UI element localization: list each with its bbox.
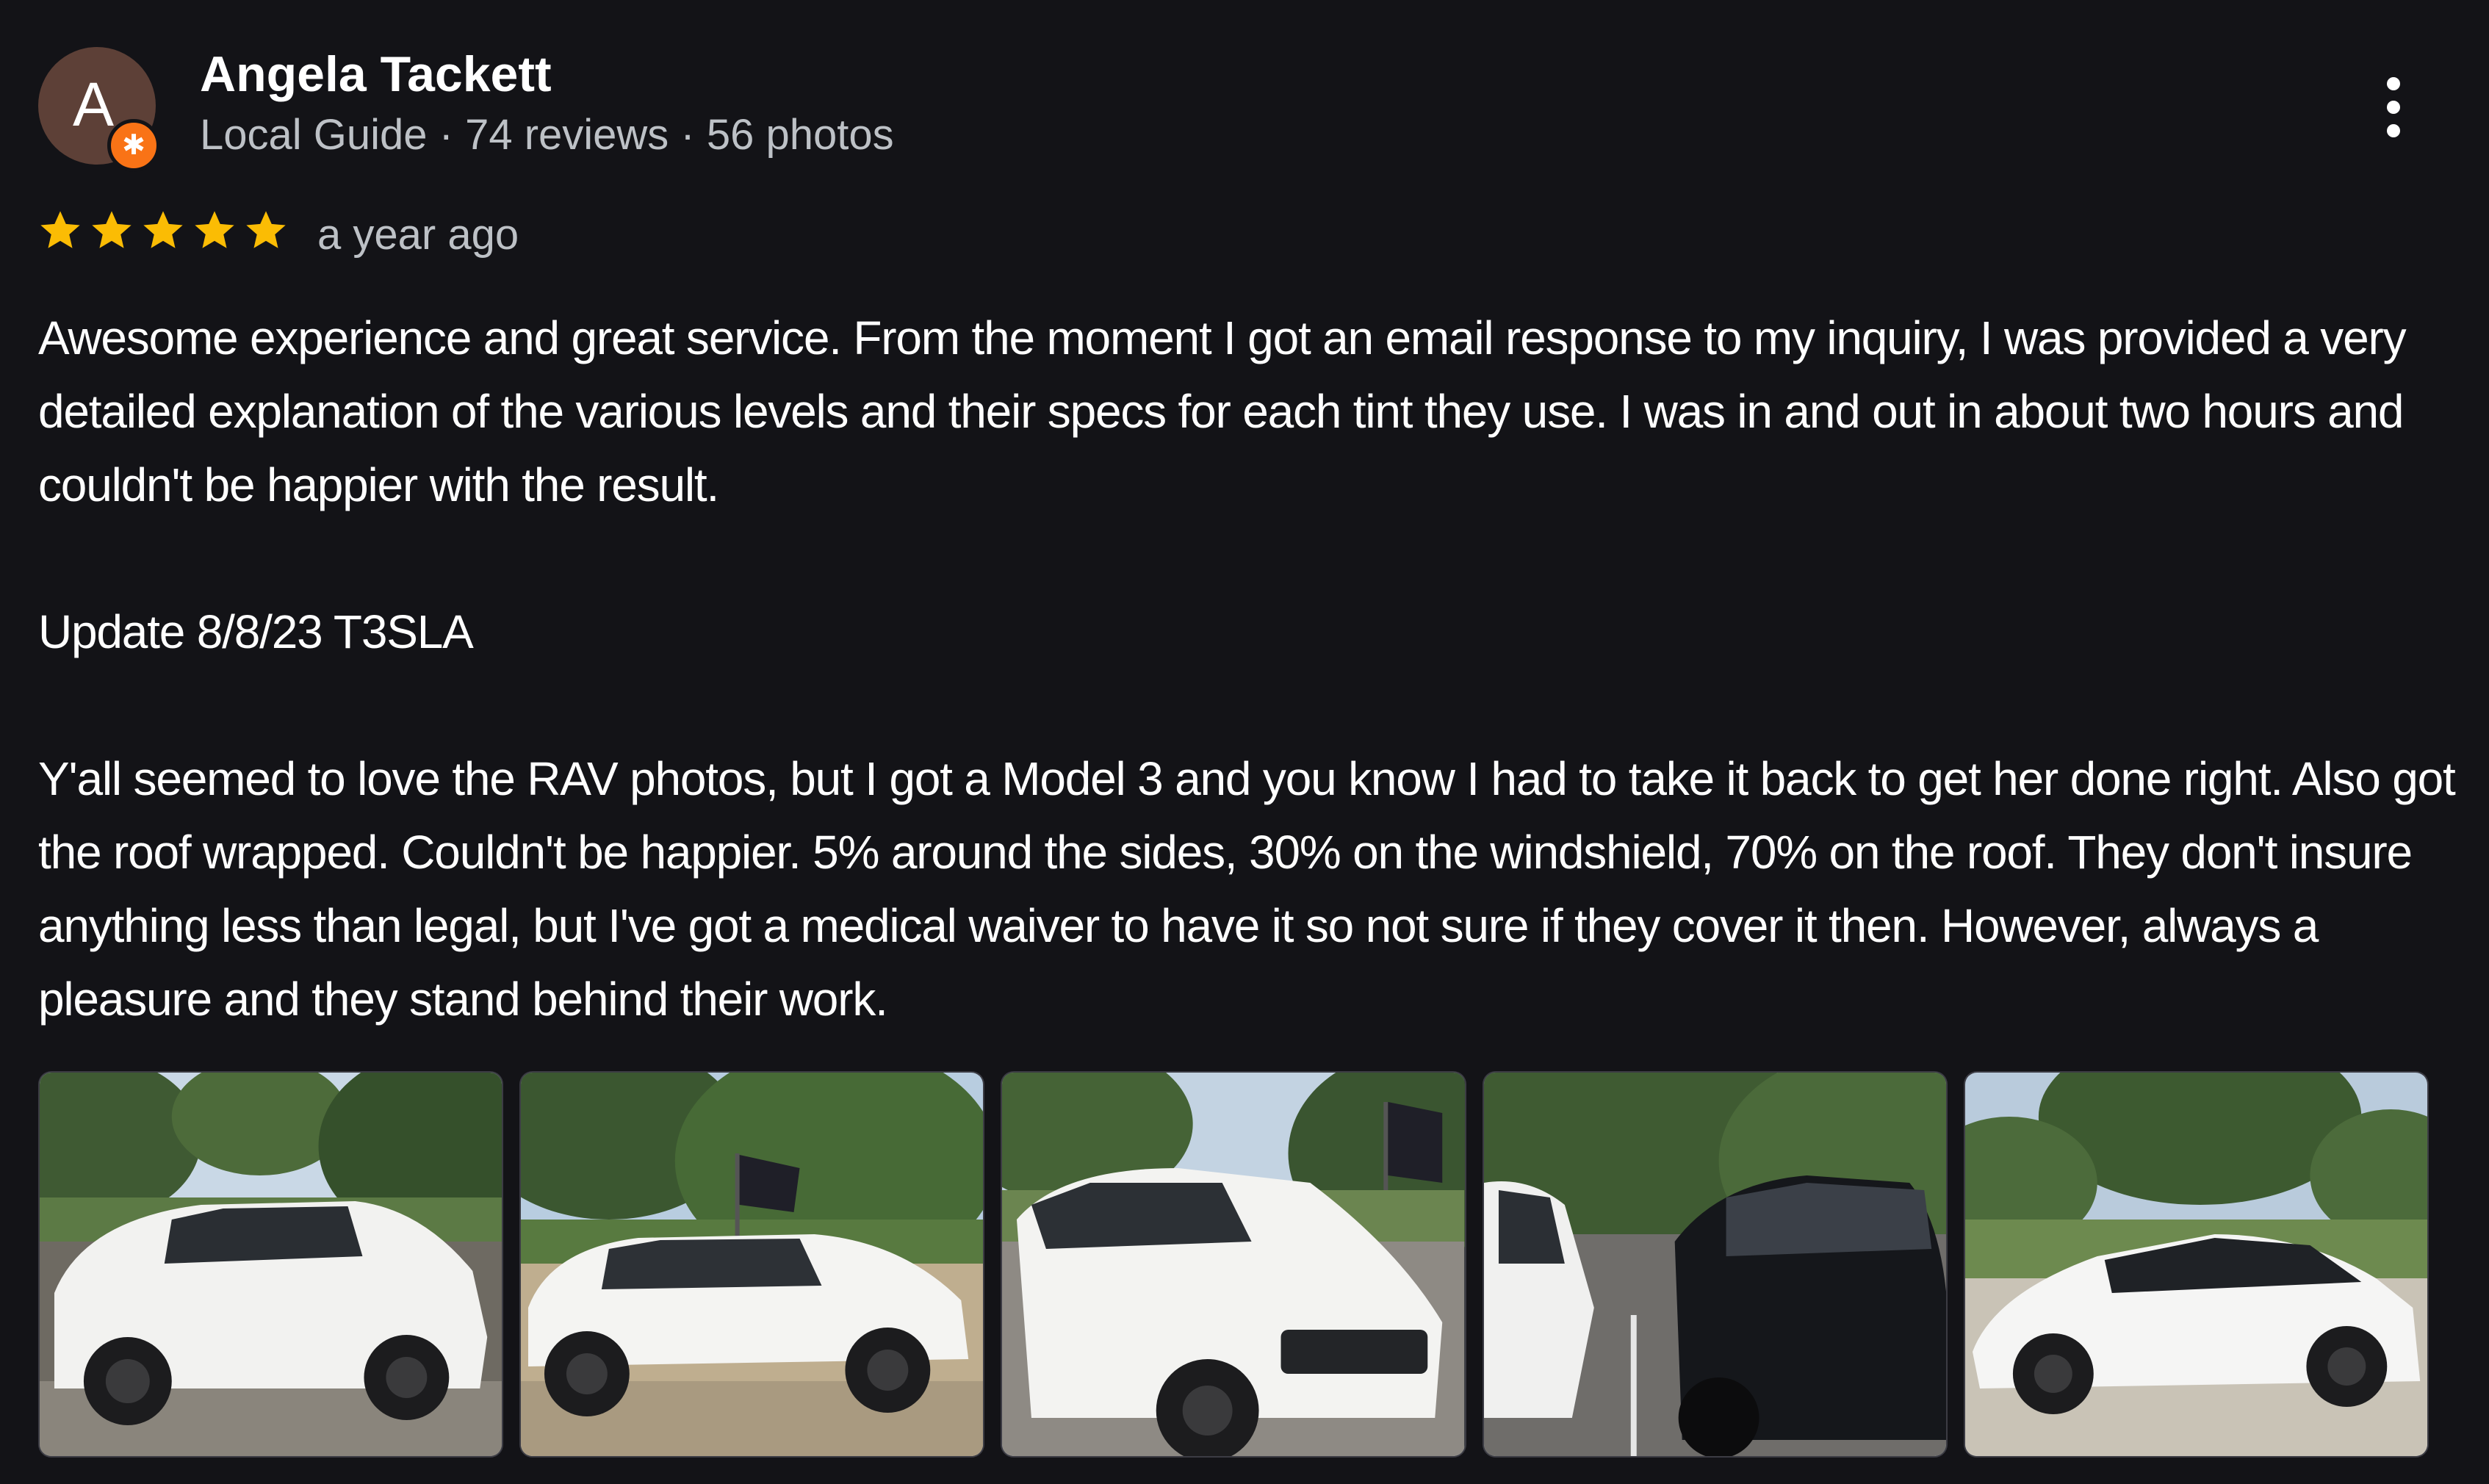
review-time: a year ago: [317, 211, 519, 259]
star-icon: [92, 211, 132, 248]
local-guide-badge-icon: ✱: [107, 119, 160, 172]
review-paragraph: Update 8/8/23 T3SLA: [38, 605, 474, 658]
star-rating: [37, 207, 289, 254]
reviewer-meta: Local Guide · 74 reviews · 56 photos: [200, 111, 894, 159]
review-photo[interactable]: [1482, 1071, 1948, 1458]
photo-white-suv-front: [1002, 1073, 1465, 1456]
star-icon: [246, 211, 286, 248]
review-photos: [38, 1071, 2429, 1458]
star-icon: [195, 211, 234, 248]
photo-white-suv-side: [40, 1073, 503, 1456]
review-paragraph: Y'all seemed to love the RAV photos, but…: [38, 752, 2456, 1026]
review-card: A ✱ Angela Tackett Local Guide · 74 revi…: [0, 0, 2489, 1484]
more-options-icon-dot: [2387, 101, 2400, 114]
photo-white-sedan-side: [1964, 1073, 2428, 1456]
more-options-icon: [2387, 77, 2400, 90]
more-options-icon-dot: [2387, 124, 2400, 137]
review-photo[interactable]: [1001, 1071, 1466, 1458]
review-paragraph: Awesome experience and great service. Fr…: [38, 311, 2407, 511]
star-icon: [143, 211, 183, 248]
reviewer-name[interactable]: Angela Tackett: [200, 46, 552, 103]
review-text: Awesome experience and great service. Fr…: [38, 301, 2463, 1036]
photo-two-sedans: [1483, 1073, 1946, 1456]
photo-white-suv-flag: [521, 1073, 984, 1456]
star-icon: [40, 211, 80, 248]
review-photo[interactable]: [519, 1071, 985, 1458]
more-options-button[interactable]: [2367, 71, 2420, 144]
review-photo[interactable]: [38, 1071, 504, 1458]
avatar-letter: A: [72, 70, 115, 139]
review-photo[interactable]: [1963, 1071, 2429, 1458]
